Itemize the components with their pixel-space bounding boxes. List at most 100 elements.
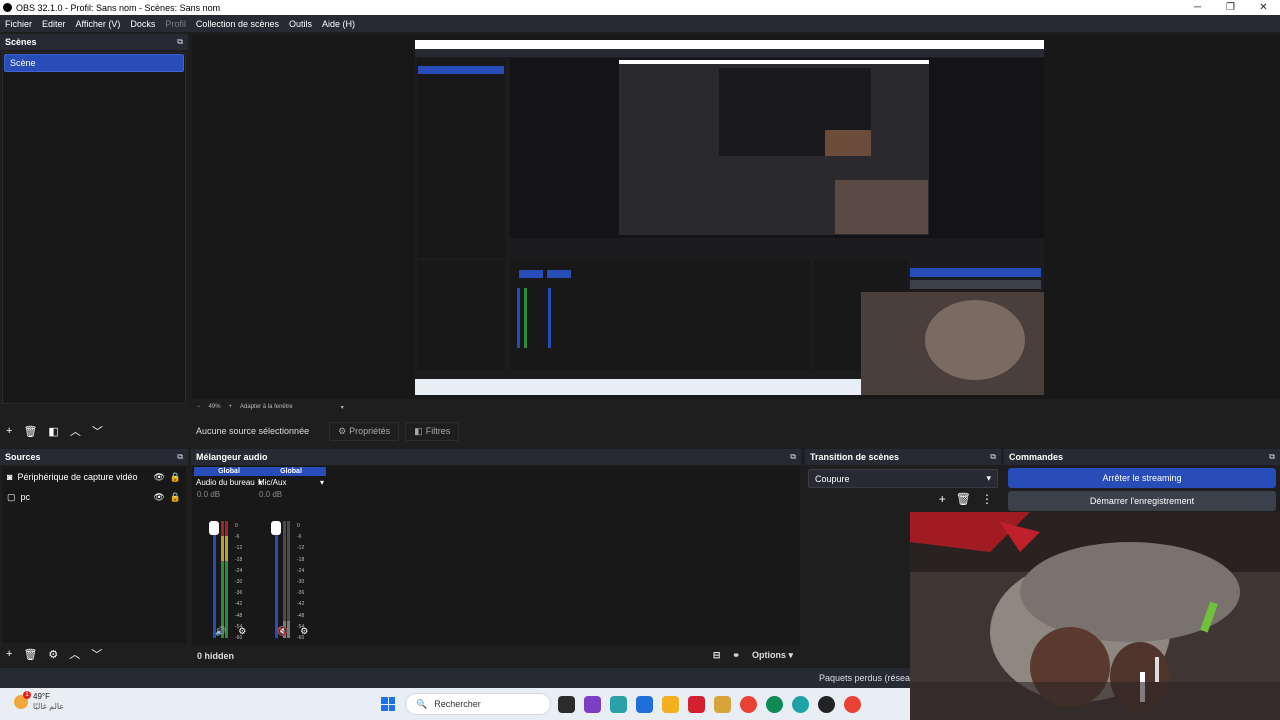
speaker-icon[interactable]: 🔊 — [215, 626, 226, 637]
controls-title: Commandes — [1009, 452, 1064, 462]
windows-start-icon[interactable] — [381, 697, 395, 711]
chrome-icon[interactable] — [740, 696, 757, 713]
menu-file[interactable]: Fichier — [0, 19, 37, 29]
camera-icon: ◙ — [7, 472, 13, 482]
trash-icon[interactable]: 🗑 — [956, 492, 971, 506]
trash-icon[interactable]: 🗑 — [23, 425, 37, 438]
app-icon[interactable] — [714, 696, 731, 713]
undock-icon[interactable]: ⧉ — [1269, 452, 1275, 462]
properties-button[interactable]: ⚙ Propriétés — [329, 421, 400, 441]
taskbar-search[interactable]: 🔍 Rechercher — [405, 693, 551, 715]
transition-value: Coupure — [815, 473, 850, 484]
app-icon[interactable] — [610, 696, 627, 713]
fader-handle[interactable] — [209, 521, 219, 535]
app-icon[interactable] — [688, 696, 705, 713]
channel-select[interactable]: Mic/Aux ▾ — [255, 476, 327, 488]
chrome-icon[interactable] — [766, 696, 783, 713]
menu-profile[interactable]: Profil — [160, 19, 191, 29]
source-item[interactable]: ▢ pc 👁 🔒 — [2, 487, 186, 507]
scene-item[interactable]: Scène — [4, 54, 184, 72]
edge-icon[interactable] — [792, 696, 809, 713]
move-up-icon[interactable]: ︿ — [70, 423, 81, 439]
lock-icon[interactable]: 🔒 — [170, 472, 181, 483]
eye-icon[interactable]: 👁 — [153, 492, 164, 503]
store-icon[interactable] — [636, 696, 653, 713]
weather-widget[interactable]: 1 49°F عالم غالبًا — [14, 691, 64, 712]
transition-select[interactable]: Coupure ▾ — [808, 469, 998, 488]
fader-handle[interactable] — [271, 521, 281, 535]
add-icon[interactable]: + — [6, 425, 12, 437]
muted-speaker-icon[interactable]: 🔇 — [277, 626, 288, 637]
stop-streaming-button[interactable]: Arrêter le streaming — [1008, 468, 1276, 488]
undock-icon[interactable]: ⧉ — [177, 452, 183, 462]
filter-icon: ◧ — [414, 425, 423, 436]
mixer-footer: 0 hidden ⊟ ⚭ Options ▾ — [197, 650, 793, 661]
undock-icon[interactable]: ⧉ — [990, 452, 996, 462]
chevron-down-icon: ▾ — [319, 477, 324, 487]
undock-icon[interactable]: ⧉ — [790, 452, 796, 462]
sources-title: Sources — [5, 452, 41, 462]
settings-icon[interactable]: ⚙ — [300, 626, 308, 637]
preview-canvas — [415, 40, 1044, 395]
gear-icon[interactable]: ⚙ — [48, 648, 58, 661]
lock-icon[interactable]: 🔒 — [170, 492, 181, 503]
menu-bar: Fichier Editer Afficher (V) Docks Profil… — [0, 15, 1280, 32]
temperature: 49°F — [33, 692, 50, 701]
add-icon[interactable]: + — [6, 648, 12, 660]
weather-sun-icon: 1 — [14, 691, 31, 709]
menu-help[interactable]: Aide (H) — [317, 19, 360, 29]
obs-logo-icon — [3, 3, 12, 12]
menu-edit[interactable]: Editer — [37, 19, 71, 29]
channel-name: Mic/Aux — [258, 477, 287, 487]
file-explorer-icon[interactable] — [662, 696, 679, 713]
menu-docks[interactable]: Docks — [125, 19, 160, 29]
zoom-out-icon[interactable]: − — [197, 404, 201, 410]
mixer-header: Mélangeur audio ⧉ — [191, 449, 801, 465]
settings-icon[interactable]: ⚙ — [238, 626, 246, 637]
preview-area[interactable] — [192, 34, 1280, 399]
source-item[interactable]: ◙ Périphérique de capture vidéo 👁 🔒 — [2, 467, 186, 487]
taskbar-apps — [558, 696, 861, 713]
eye-icon[interactable]: 👁 — [153, 472, 164, 483]
chrome-icon[interactable] — [844, 696, 861, 713]
notification-badge: 1 — [23, 691, 31, 699]
trash-icon[interactable]: 🗑 — [23, 648, 37, 661]
move-down-icon[interactable]: ﹀ — [91, 646, 102, 662]
maximize-button[interactable]: ❐ — [1214, 0, 1247, 15]
sources-header: Sources ⧉ — [0, 449, 188, 465]
volume-fader[interactable] — [275, 522, 278, 638]
task-view-icon[interactable] — [558, 696, 575, 713]
gear-icon: ⚙ — [338, 425, 347, 436]
sources-dock: Sources ⧉ ◙ Périphérique de capture vidé… — [0, 449, 188, 666]
menu-tools[interactable]: Outils — [284, 19, 317, 29]
zoom-in-icon[interactable]: + — [229, 404, 233, 410]
move-down-icon[interactable]: ﹀ — [92, 423, 103, 439]
layout-icon[interactable]: ⊟ — [713, 650, 721, 661]
menu-view[interactable]: Afficher (V) — [71, 19, 126, 29]
obs-icon[interactable] — [818, 696, 835, 713]
title-bar: OBS 32.1.0 - Profil: Sans nom - Scènes: … — [0, 0, 1280, 15]
global-tag: Global — [256, 467, 326, 476]
volume-fader[interactable] — [213, 522, 216, 638]
menu-scene-collection[interactable]: Collection de scènes — [191, 19, 284, 29]
channel-name: Audio du bureau — [196, 477, 255, 487]
start-recording-button[interactable]: Démarrer l'enregistrement — [1008, 491, 1276, 511]
close-button[interactable]: ✕ — [1247, 0, 1280, 15]
chevron-down-icon[interactable]: ▾ — [341, 404, 344, 411]
filters-icon[interactable]: ◧ — [48, 425, 58, 438]
source-name: Périphérique de capture vidéo — [17, 472, 138, 482]
undock-icon[interactable]: ⧉ — [177, 37, 183, 47]
minimize-button[interactable]: ─ — [1181, 0, 1214, 15]
vu-meter — [283, 521, 290, 638]
fit-window-select[interactable]: Adapter à la fenêtre — [240, 404, 293, 410]
app-icon[interactable] — [584, 696, 601, 713]
more-icon[interactable]: ⋮ — [981, 492, 993, 506]
no-source-label: Aucune source sélectionnée — [196, 426, 310, 436]
audio-mixer-dock: Mélangeur audio ⧉ Global Audio du bureau… — [191, 449, 801, 666]
filters-button[interactable]: ◧ Filtres — [405, 421, 460, 441]
options-button[interactable]: Options ▾ — [752, 650, 793, 661]
link-icon[interactable]: ⚭ — [732, 650, 740, 661]
add-icon[interactable]: + — [939, 492, 946, 506]
move-up-icon[interactable]: ︿ — [69, 646, 80, 662]
transitions-header: Transition de scènes ⧉ — [805, 449, 1001, 465]
